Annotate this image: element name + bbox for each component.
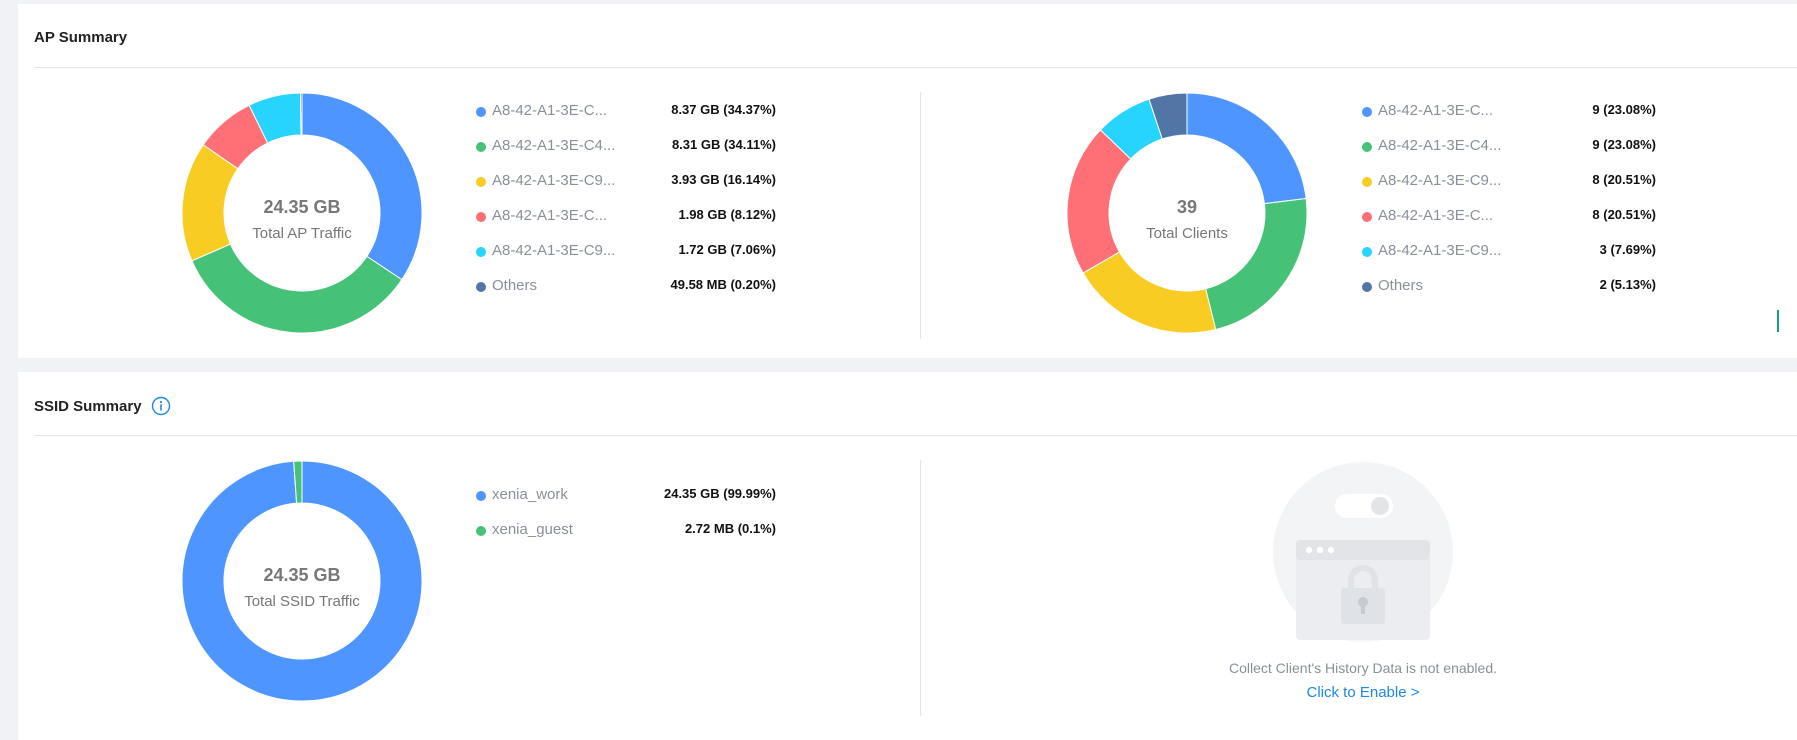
legend-item-value: 8.37 GB (34.37%): [671, 102, 776, 117]
legend-item-name: Others: [1378, 277, 1424, 294]
legend-item-name: A8-42-A1-3E-C9...: [492, 242, 616, 259]
legend-color-dot: [476, 247, 486, 257]
ssid-traffic-legend: xenia_work 24.35 GB (99.99%) xenia_guest 2.…: [476, 486, 776, 556]
legend-color-dot: [476, 107, 486, 117]
legend-item-value: 3.93 GB (16.14%): [671, 172, 776, 187]
ap-traffic-donut: 24.35 GB Total AP Traffic: [181, 92, 423, 334]
ap-summary-divider: [34, 67, 1797, 68]
legend-color-dot: [476, 282, 486, 292]
legend-item-value: 9 (23.08%): [1592, 137, 1656, 152]
legend-color-dot: [1362, 212, 1372, 222]
legend-item[interactable]: xenia_guest 2.72 MB (0.1%): [476, 521, 776, 556]
donut-slice[interactable]: [1205, 198, 1308, 331]
legend-item[interactable]: Others 2 (5.13%): [1362, 277, 1656, 312]
legend-item-value: 9 (23.08%): [1592, 102, 1656, 117]
legend-color-dot: [1362, 142, 1372, 152]
ssid-traffic-donut: 24.35 GB Total SSID Traffic: [181, 460, 423, 702]
legend-item-name: A8-42-A1-3E-C4...: [1378, 137, 1502, 154]
ap-clients-donut: 39 Total Clients: [1066, 92, 1308, 334]
edge-scroll-marker: [1777, 310, 1779, 332]
legend-color-dot: [476, 526, 486, 536]
legend-item-name: Others: [492, 277, 538, 294]
ap-clients-donut-svg: [1066, 92, 1308, 334]
donut-slice[interactable]: [301, 92, 423, 281]
legend-item[interactable]: xenia_work 24.35 GB (99.99%): [476, 486, 776, 521]
ap-traffic-legend: A8-42-A1-3E-C... 8.37 GB (34.37%) A8-42-A1…: [476, 102, 776, 312]
legend-color-dot: [1362, 247, 1372, 257]
client-history-disabled-message: Collect Client's History Data is not ena…: [1228, 660, 1498, 676]
click-to-enable-link[interactable]: Click to Enable >: [1148, 684, 1578, 701]
legend-item-name: A8-42-A1-3E-C...: [492, 102, 608, 119]
legend-item-value: 24.35 GB (99.99%): [663, 486, 776, 501]
ssid-summary-header: SSID Summary: [34, 396, 171, 416]
legend-item-value: 1.72 GB (7.06%): [678, 242, 776, 257]
legend-color-dot: [1362, 107, 1372, 117]
legend-item[interactable]: A8-42-A1-3E-C... 8 (20.51%): [1362, 207, 1656, 242]
legend-item-name: xenia_work: [492, 486, 568, 503]
legend-item-value: 2.72 MB (0.1%): [684, 521, 776, 536]
info-icon[interactable]: [151, 396, 171, 416]
ssid-summary-title: SSID Summary: [34, 397, 142, 415]
legend-item-name: A8-42-A1-3E-C9...: [1378, 172, 1502, 189]
legend-item-value: 8.31 GB (34.11%): [671, 137, 776, 152]
legend-item-value: 49.58 MB (0.20%): [670, 277, 777, 292]
ap-summary-card: AP Summary 24.35 GB Total AP Traffic A8-…: [18, 4, 1797, 358]
locked-history-illustration-icon: [1273, 462, 1453, 642]
ssid-summary-divider: [34, 435, 1797, 436]
ap-summary-vertical-divider: [920, 92, 921, 339]
donut-slice[interactable]: [1066, 129, 1132, 274]
legend-item[interactable]: A8-42-A1-3E-C9... 3 (7.69%): [1362, 242, 1656, 277]
legend-item-name: A8-42-A1-3E-C...: [1378, 102, 1494, 119]
legend-item-name: xenia_guest: [492, 521, 573, 538]
legend-item-value: 8 (20.51%): [1592, 172, 1656, 187]
legend-item[interactable]: A8-42-A1-3E-C... 1.98 GB (8.12%): [476, 207, 776, 242]
legend-color-dot: [1362, 177, 1372, 187]
legend-item-value: 8 (20.51%): [1592, 207, 1656, 222]
legend-color-dot: [476, 491, 486, 501]
legend-color-dot: [476, 177, 486, 187]
legend-item-value: 1.98 GB (8.12%): [678, 207, 776, 222]
legend-item[interactable]: A8-42-A1-3E-C4... 9 (23.08%): [1362, 137, 1656, 172]
donut-slice[interactable]: [1186, 92, 1307, 205]
legend-item[interactable]: A8-42-A1-3E-C9... 3.93 GB (16.14%): [476, 172, 776, 207]
legend-item-value: 2 (5.13%): [1599, 277, 1656, 292]
donut-slice[interactable]: [299, 92, 303, 136]
legend-item[interactable]: A8-42-A1-3E-C4... 8.31 GB (34.11%): [476, 137, 776, 172]
ssid-summary-vertical-divider: [920, 460, 921, 716]
legend-item[interactable]: A8-42-A1-3E-C... 9 (23.08%): [1362, 102, 1656, 137]
donut-slice[interactable]: [1082, 251, 1217, 334]
legend-item[interactable]: A8-42-A1-3E-C... 8.37 GB (34.37%): [476, 102, 776, 137]
ap-clients-legend: A8-42-A1-3E-C... 9 (23.08%) A8-42-A1-3E-C4…: [1362, 102, 1656, 312]
legend-item-name: A8-42-A1-3E-C...: [1378, 207, 1494, 224]
legend-item-name: A8-42-A1-3E-C9...: [1378, 242, 1502, 259]
legend-item[interactable]: Others 49.58 MB (0.20%): [476, 277, 776, 312]
legend-item-name: A8-42-A1-3E-C4...: [492, 137, 616, 154]
ap-traffic-donut-svg: [181, 92, 423, 334]
ssid-summary-card: SSID Summary 24.35 GB Total SSID Traffic…: [18, 372, 1797, 740]
legend-item-value: 3 (7.69%): [1599, 242, 1656, 257]
legend-item-name: A8-42-A1-3E-C9...: [492, 172, 616, 189]
legend-item[interactable]: A8-42-A1-3E-C9... 1.72 GB (7.06%): [476, 242, 776, 277]
legend-color-dot: [476, 212, 486, 222]
ap-summary-title: AP Summary: [34, 29, 128, 46]
legend-color-dot: [1362, 282, 1372, 292]
legend-item-name: A8-42-A1-3E-C...: [492, 207, 608, 224]
legend-item[interactable]: A8-42-A1-3E-C9... 8 (20.51%): [1362, 172, 1656, 207]
legend-color-dot: [476, 142, 486, 152]
ssid-traffic-donut-svg: [181, 460, 423, 702]
